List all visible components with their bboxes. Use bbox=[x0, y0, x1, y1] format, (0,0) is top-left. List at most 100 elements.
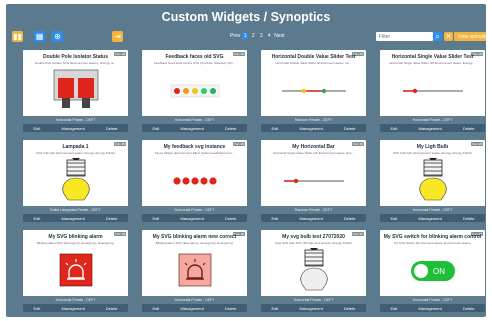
management-button[interactable]: Management bbox=[297, 216, 324, 221]
widget-preview[interactable]: ON bbox=[380, 246, 485, 296]
clear-filter-button[interactable]: ✕ bbox=[444, 32, 453, 41]
widget-owner: Random Private - DEFT bbox=[261, 116, 366, 124]
pager-page-2[interactable]: 2 bbox=[250, 33, 256, 39]
edit-button[interactable]: Edit bbox=[151, 126, 162, 131]
edit-button[interactable]: Edit bbox=[32, 216, 43, 221]
filter-input[interactable] bbox=[376, 32, 433, 41]
clear-icon: ✕ bbox=[445, 32, 452, 41]
widget-title[interactable]: Horizontal Double Value Slider Test bbox=[261, 54, 366, 60]
widget-preview[interactable] bbox=[380, 156, 485, 206]
feedback-dots-graphic bbox=[170, 84, 219, 98]
delete-button[interactable]: Delete bbox=[104, 306, 120, 311]
widget-card: Part 4B My svg bulb test 27072020 New SV… bbox=[261, 230, 366, 312]
management-button[interactable]: Management bbox=[297, 126, 324, 131]
card-actions: Edit Management Delete bbox=[261, 304, 366, 312]
widget-title[interactable]: Double Pole Isolator Status bbox=[23, 54, 128, 60]
edit-button[interactable]: Edit bbox=[270, 126, 281, 131]
widget-preview[interactable] bbox=[142, 246, 247, 296]
management-button[interactable]: Management bbox=[297, 306, 324, 311]
widget-preview[interactable] bbox=[142, 156, 247, 206]
delete-button[interactable]: Delete bbox=[342, 306, 358, 311]
card-actions: Edit Management Delete bbox=[23, 304, 128, 312]
management-button[interactable]: Management bbox=[59, 216, 86, 221]
edit-button[interactable]: Edit bbox=[151, 306, 162, 311]
delete-button[interactable]: Delete bbox=[223, 216, 239, 221]
management-button[interactable]: Management bbox=[178, 216, 205, 221]
widget-title[interactable]: My Ligh Bulb bbox=[380, 144, 485, 150]
widget-card: Part 4B My SVG switch for blinking alarm… bbox=[380, 230, 485, 312]
card-actions: Edit Management Delete bbox=[142, 124, 247, 132]
delete-button[interactable]: Delete bbox=[461, 126, 477, 131]
widget-owner: Horizontal Private - DEFT bbox=[142, 296, 247, 304]
widget-preview[interactable] bbox=[380, 66, 485, 116]
delete-button[interactable]: Delete bbox=[342, 126, 358, 131]
management-button[interactable]: Management bbox=[178, 306, 205, 311]
widget-description: SVG bulb light (Environment aware, Energ… bbox=[36, 151, 115, 155]
card-actions: Edit Management Delete bbox=[142, 214, 247, 222]
widget-description: Blinking alarm SVG (Emergency, Emergency… bbox=[155, 241, 234, 245]
widget-preview[interactable] bbox=[23, 246, 128, 296]
widget-title[interactable]: My SVG blinking alarm new correct bbox=[142, 234, 247, 240]
widget-card: Part 4B My Ligh Bulb SVG bulb light (Env… bbox=[380, 140, 485, 222]
delete-button[interactable]: Delete bbox=[461, 216, 477, 221]
widget-preview[interactable] bbox=[23, 156, 128, 206]
management-button[interactable]: Management bbox=[416, 306, 443, 311]
management-button[interactable]: Management bbox=[59, 126, 86, 131]
widget-title[interactable]: Horizontal Single Value Slider Test bbox=[380, 54, 485, 60]
edit-button[interactable]: Edit bbox=[389, 126, 400, 131]
app-window: Custom Widgets / Synoptics ▮▮ ▦ ⊕ ⇥ Prev… bbox=[6, 4, 486, 317]
delete-button[interactable]: Delete bbox=[223, 306, 239, 311]
widget-title[interactable]: Feedback faces old SVG bbox=[142, 54, 247, 60]
card-actions: Edit Management Delete bbox=[380, 124, 485, 132]
widget-card: Part 4B My feedback svg instance Faces W… bbox=[142, 140, 247, 222]
delete-button[interactable]: Delete bbox=[461, 306, 477, 311]
delete-button[interactable]: Delete bbox=[223, 126, 239, 131]
widget-preview[interactable] bbox=[261, 246, 366, 296]
edit-button[interactable]: Edit bbox=[32, 126, 43, 131]
widget-title[interactable]: Lampada 1 bbox=[23, 144, 128, 150]
widget-preview[interactable] bbox=[261, 156, 366, 206]
edit-button[interactable]: Edit bbox=[32, 306, 43, 311]
widget-preview[interactable] bbox=[261, 66, 366, 116]
pager-prev[interactable]: Prev bbox=[230, 33, 240, 39]
pager-page-1[interactable]: 1 bbox=[242, 33, 249, 39]
list-view-button[interactable]: ▮▮ bbox=[12, 31, 23, 42]
list-view-icon: ▮▮ bbox=[13, 32, 22, 41]
delete-button[interactable]: Delete bbox=[104, 126, 120, 131]
widget-title[interactable]: My SVG switch for blinking alarm control bbox=[380, 234, 485, 240]
lock-button[interactable]: ⊕ bbox=[52, 31, 63, 42]
new-synoptic-button[interactable]: New synoptic bbox=[454, 32, 486, 41]
bulb-icon bbox=[418, 158, 447, 201]
isolator-switch-graphic bbox=[53, 69, 98, 108]
delete-button[interactable]: Delete bbox=[104, 216, 120, 221]
widget-title[interactable]: My SVG blinking alarm bbox=[23, 234, 128, 240]
widget-card: Part 4B Horizontal Single Value Slider T… bbox=[380, 50, 485, 132]
pager-next[interactable]: Next bbox=[274, 33, 284, 39]
grid-view-button[interactable]: ▦ bbox=[34, 31, 45, 42]
management-button[interactable]: Management bbox=[416, 216, 443, 221]
export-button[interactable]: ⇥ bbox=[112, 31, 123, 42]
widget-owner: Random Private - DEFT bbox=[261, 206, 366, 214]
widget-title[interactable]: My feedback svg instance bbox=[142, 144, 247, 150]
widget-preview[interactable] bbox=[23, 66, 128, 116]
search-button[interactable]: ⌕ bbox=[433, 32, 442, 41]
widget-title[interactable]: My svg bulb test 27072020 bbox=[261, 234, 366, 240]
widget-owner: Horizontal Private - DEFT bbox=[23, 296, 128, 304]
management-button[interactable]: Management bbox=[416, 126, 443, 131]
delete-button[interactable]: Delete bbox=[342, 216, 358, 221]
pager-page-3[interactable]: 3 bbox=[258, 33, 264, 39]
widget-description: New SVG bulb SVG (2D light and Velocity,… bbox=[275, 241, 352, 245]
edit-button[interactable]: Edit bbox=[389, 216, 400, 221]
widget-preview[interactable] bbox=[142, 66, 247, 116]
edit-button[interactable]: Edit bbox=[270, 216, 281, 221]
window-title: Custom Widgets / Synoptics bbox=[161, 10, 331, 24]
edit-button[interactable]: Edit bbox=[151, 216, 162, 221]
widget-owner: Horizontal Private - DEFT bbox=[142, 206, 247, 214]
widget-title[interactable]: My Horizontal Bar bbox=[261, 144, 366, 150]
edit-button[interactable]: Edit bbox=[270, 306, 281, 311]
management-button[interactable]: Management bbox=[178, 126, 205, 131]
pagination: Prev 1 2 3 4 Next bbox=[230, 33, 285, 39]
pager-page-4[interactable]: 4 bbox=[266, 33, 272, 39]
edit-button[interactable]: Edit bbox=[389, 306, 400, 311]
management-button[interactable]: Management bbox=[59, 306, 86, 311]
